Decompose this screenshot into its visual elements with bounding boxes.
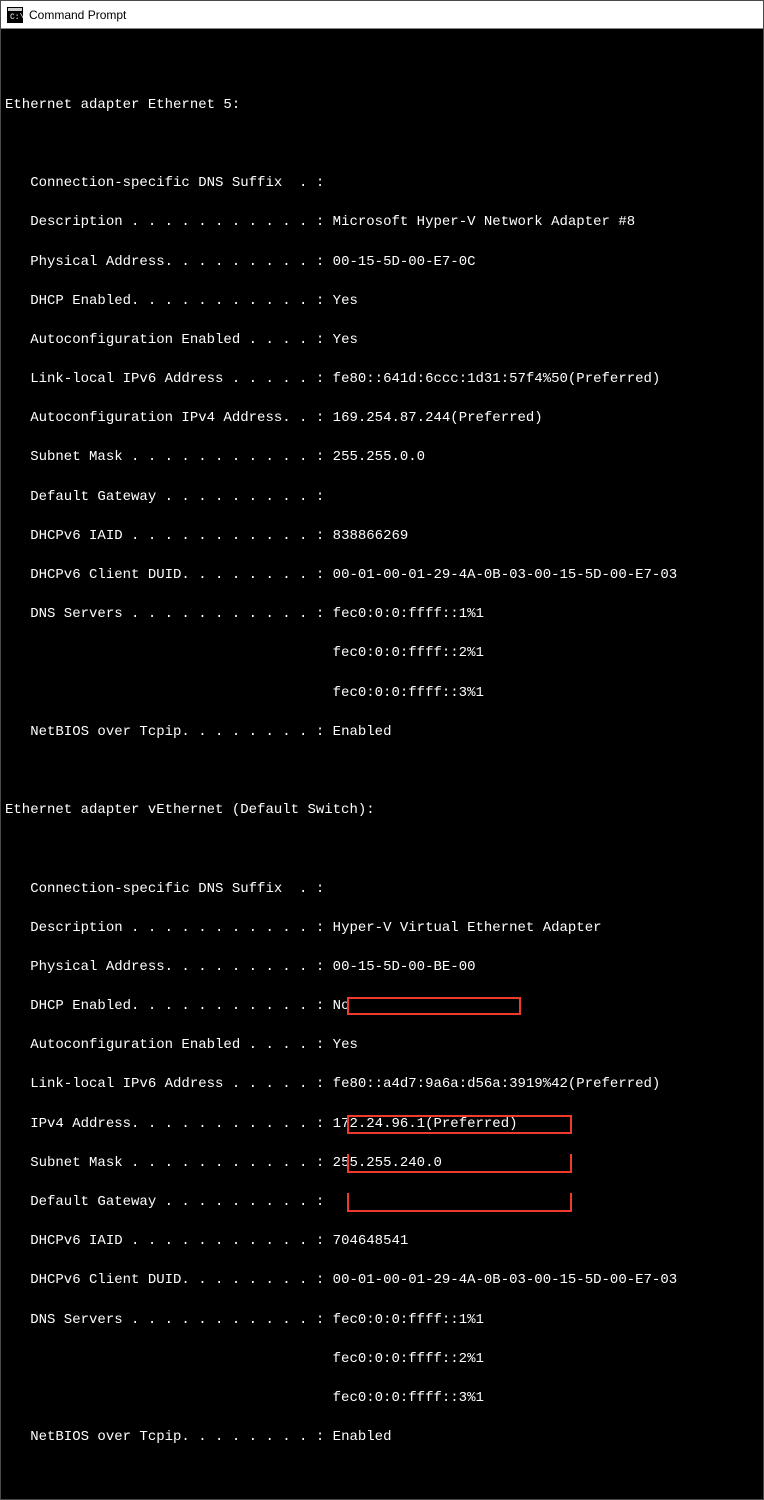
dns-label: DNS Servers . . . . . . . . . . . : <box>5 1312 324 1328</box>
command-prompt-window: C:\ Command Prompt Ethernet adapter Ethe… <box>0 0 764 1500</box>
autoconf-label: Autoconfiguration Enabled . . . . : <box>5 1037 324 1053</box>
llv6-value: fe80::a4d7:9a6a:d56a:3919%42(Preferred) <box>324 1076 660 1092</box>
dhcp-label: DHCP Enabled. . . . . . . . . . . : <box>5 998 324 1014</box>
ipv4-value: 172.24.96.1(Preferred) <box>324 1116 517 1132</box>
titlebar[interactable]: C:\ Command Prompt <box>1 1 763 29</box>
autoconf-value: Yes <box>324 332 358 348</box>
llv6-label: Link-local IPv6 Address . . . . . : <box>5 1076 324 1092</box>
subnet-label: Subnet Mask . . . . . . . . . . . : <box>5 449 324 465</box>
description-value: Hyper-V Virtual Ethernet Adapter <box>324 920 601 936</box>
duid-value: 00-01-00-01-29-4A-0B-03-00-15-5D-00-E7-0… <box>324 1272 677 1288</box>
iaid-label: DHCPv6 IAID . . . . . . . . . . . : <box>5 1233 324 1249</box>
netbios-label: NetBIOS over Tcpip. . . . . . . . : <box>5 724 324 740</box>
terminal-output[interactable]: Ethernet adapter Ethernet 5: Connection-… <box>1 29 763 1499</box>
svg-text:C:\: C:\ <box>10 13 23 22</box>
highlight-box <box>347 997 521 1015</box>
netbios-value: Enabled <box>324 724 391 740</box>
cmd-icon: C:\ <box>7 7 23 23</box>
ipv4-label: IPv4 Address. . . . . . . . . . . : <box>5 1116 324 1132</box>
subnet-value: 255.255.240.0 <box>324 1155 442 1171</box>
duid-label: DHCPv6 Client DUID. . . . . . . . : <box>5 567 324 583</box>
dhcp-value: Yes <box>324 293 358 309</box>
dns-suffix-label: Connection-specific DNS Suffix . : <box>5 175 324 191</box>
autov4-label: Autoconfiguration IPv4 Address. . : <box>5 410 324 426</box>
physaddr-label: Physical Address. . . . . . . . . : <box>5 959 324 975</box>
duid-label: DHCPv6 Client DUID. . . . . . . . : <box>5 1272 324 1288</box>
adapter1-header: Ethernet adapter Ethernet 5: <box>5 97 240 113</box>
dns-value-3: fec0:0:0:ffff::3%1 <box>5 1390 484 1406</box>
physaddr-value: 00-15-5D-00-E7-0C <box>324 254 475 270</box>
llv6-label: Link-local IPv6 Address . . . . . : <box>5 371 324 387</box>
iaid-label: DHCPv6 IAID . . . . . . . . . . . : <box>5 528 324 544</box>
dns-value-1: fec0:0:0:ffff::1%1 <box>324 1312 484 1328</box>
llv6-value: fe80::641d:6ccc:1d31:57f4%50(Preferred) <box>324 371 660 387</box>
autoconf-label: Autoconfiguration Enabled . . . . : <box>5 332 324 348</box>
dhcp-label: DHCP Enabled. . . . . . . . . . . : <box>5 293 324 309</box>
description-value: Microsoft Hyper-V Network Adapter #8 <box>324 214 635 230</box>
iaid-value: 704648541 <box>324 1233 408 1249</box>
iaid-value: 838866269 <box>324 528 408 544</box>
netbios-value: Enabled <box>324 1429 391 1445</box>
physaddr-label: Physical Address. . . . . . . . . : <box>5 254 324 270</box>
dns-value-2: fec0:0:0:ffff::2%1 <box>5 1351 484 1367</box>
gateway-label: Default Gateway . . . . . . . . . : <box>5 1194 324 1210</box>
highlight-box <box>347 1193 572 1212</box>
description-label: Description . . . . . . . . . . . : <box>5 214 324 230</box>
subnet-label: Subnet Mask . . . . . . . . . . . : <box>5 1155 324 1171</box>
description-label: Description . . . . . . . . . . . : <box>5 920 324 936</box>
physaddr-value: 00-15-5D-00-BE-00 <box>324 959 475 975</box>
dns-value-3: fec0:0:0:ffff::3%1 <box>5 685 484 701</box>
autov4-value: 169.254.87.244(Preferred) <box>324 410 542 426</box>
adapter2-header: Ethernet adapter vEthernet (Default Swit… <box>5 802 375 818</box>
netbios-label: NetBIOS over Tcpip. . . . . . . . : <box>5 1429 324 1445</box>
gateway-label: Default Gateway . . . . . . . . . : <box>5 489 324 505</box>
subnet-value: 255.255.0.0 <box>324 449 425 465</box>
dns-suffix-label: Connection-specific DNS Suffix . : <box>5 881 324 897</box>
dns-value-2: fec0:0:0:ffff::2%1 <box>5 645 484 661</box>
duid-value: 00-01-00-01-29-4A-0B-03-00-15-5D-00-E7-0… <box>324 567 677 583</box>
dns-label: DNS Servers . . . . . . . . . . . : <box>5 606 324 622</box>
autoconf-value: Yes <box>324 1037 358 1053</box>
dns-value-1: fec0:0:0:ffff::1%1 <box>324 606 484 622</box>
dhcp-value: No <box>324 998 349 1014</box>
window-title: Command Prompt <box>29 8 126 22</box>
